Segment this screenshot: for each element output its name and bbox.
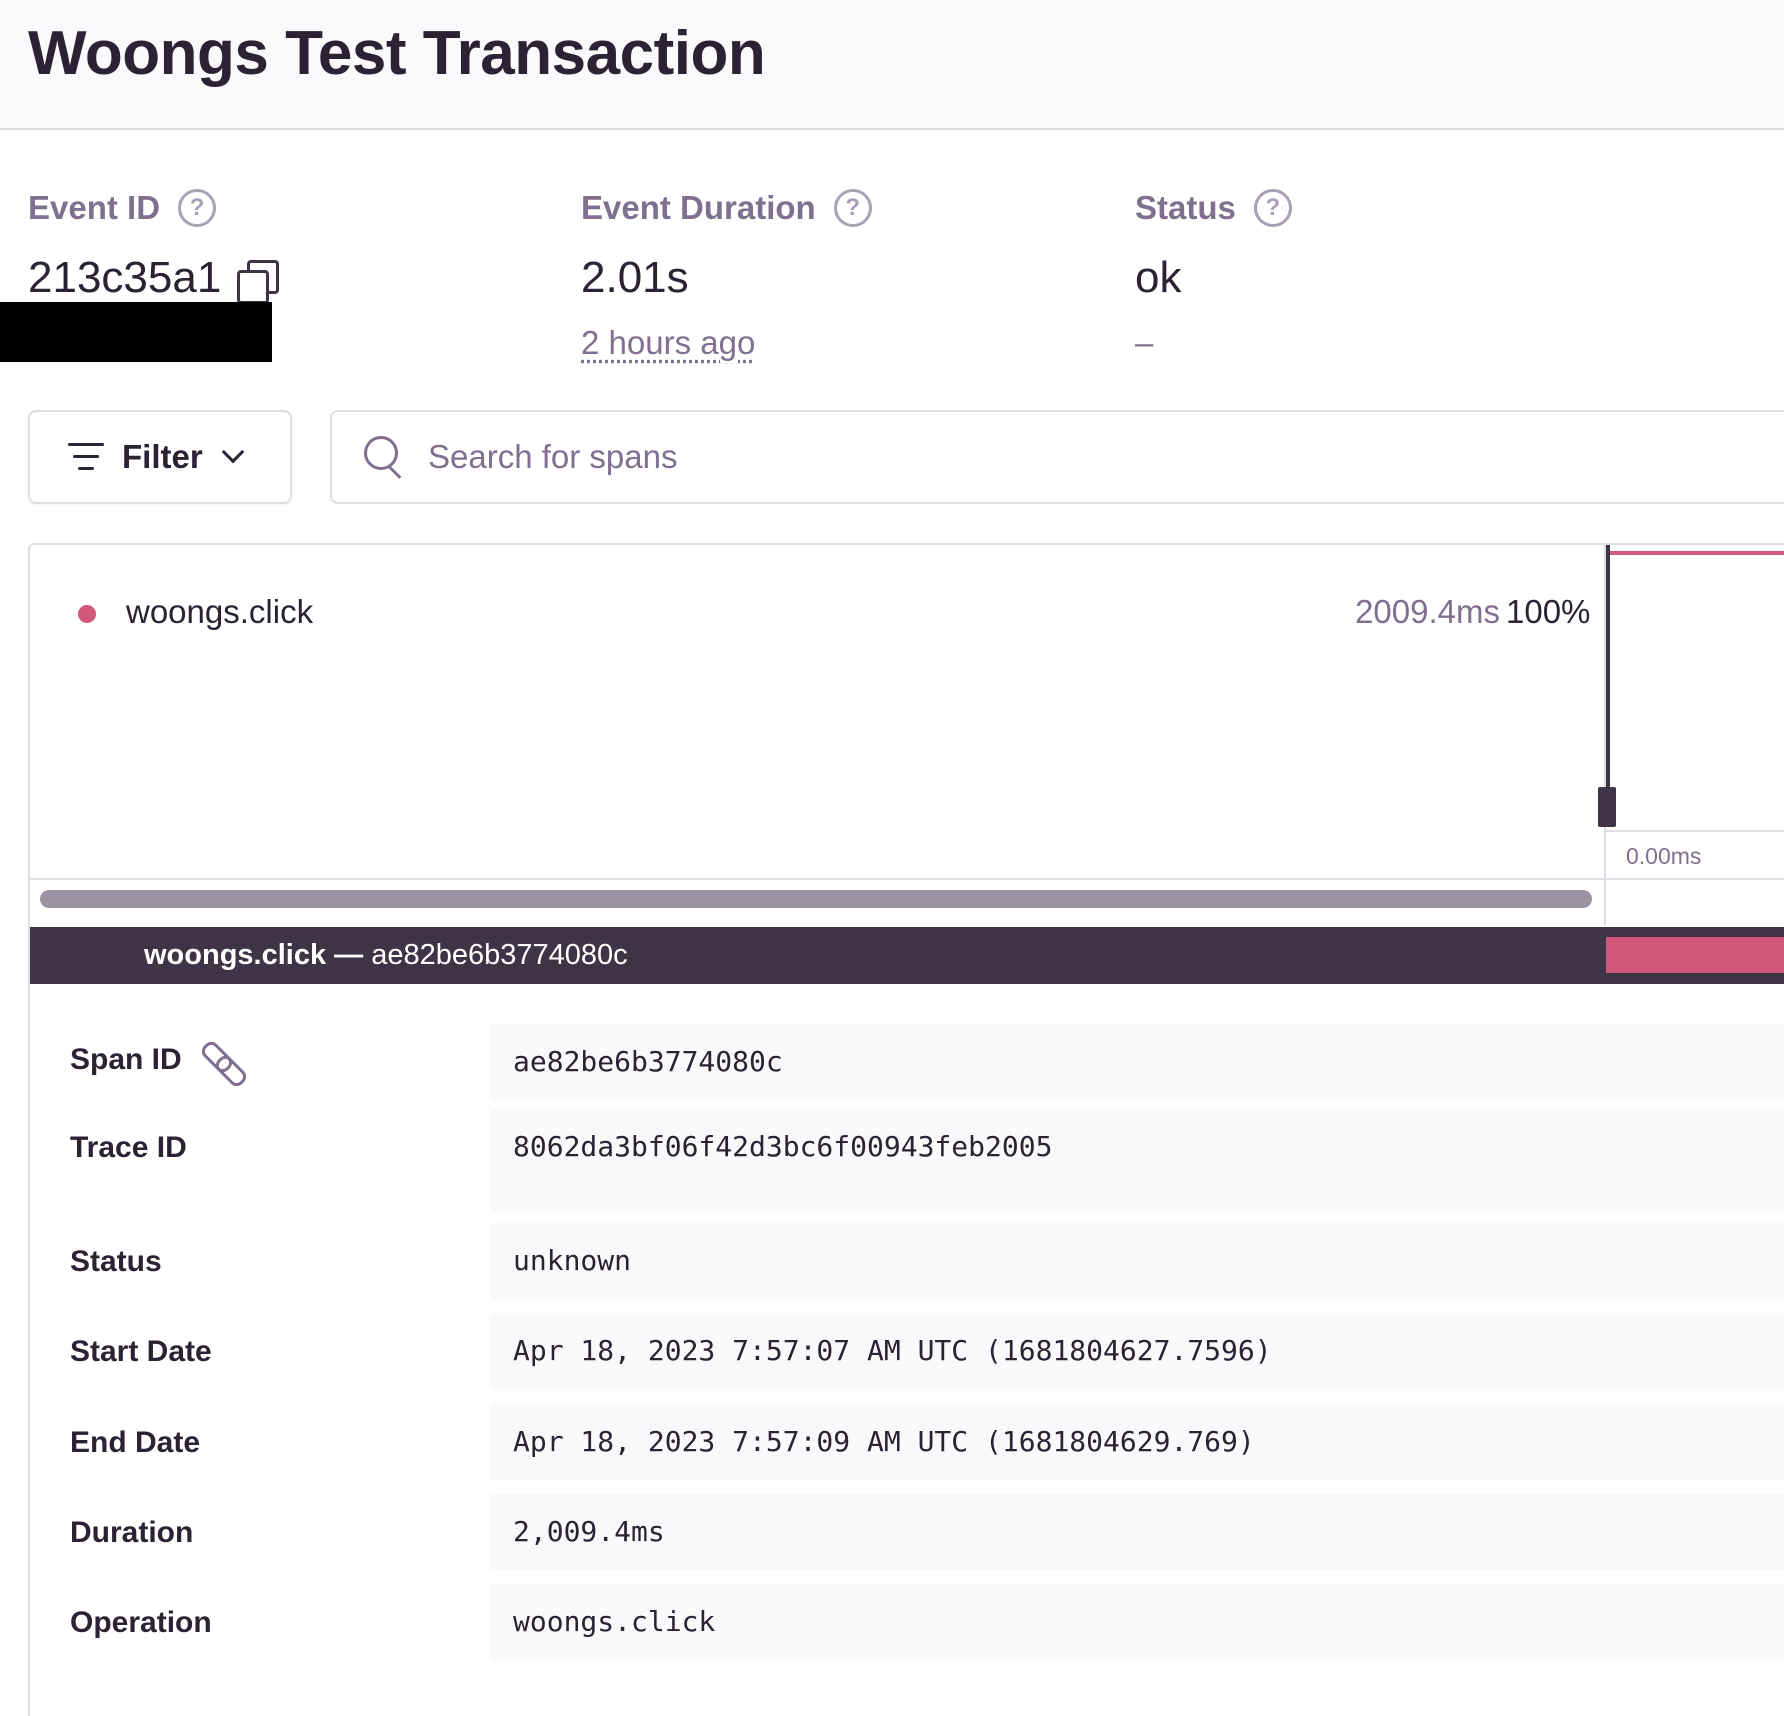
detail-key: Span ID: [70, 1043, 182, 1076]
timeline-cursor: [1606, 545, 1610, 825]
search-icon: [364, 436, 406, 478]
timeline-minimap[interactable]: 0.00ms: [1598, 545, 1784, 925]
help-icon[interactable]: ?: [178, 189, 217, 227]
event-id-section: Event ID ? 213c35a1: [28, 186, 280, 304]
page-title: Woongs Test Transaction: [28, 19, 766, 88]
filter-label: Filter: [122, 438, 203, 475]
detail-value: woongs.click: [489, 1584, 1784, 1660]
transaction-page: Woongs Test Transaction Event ID ? 213c3…: [0, 0, 1784, 1716]
span-row[interactable]: woongs.click 2009.4ms 100%: [30, 545, 1604, 880]
event-time-relative[interactable]: 2 hours ago: [581, 324, 872, 362]
span-status-dot: [78, 605, 96, 623]
event-id-value: 213c35a1: [28, 253, 222, 302]
span-detail-op: woongs.click: [144, 939, 327, 971]
detail-key: Trace ID: [70, 1131, 187, 1164]
status-section: Status ? ok –: [1135, 186, 1292, 362]
detail-key: Operation: [70, 1606, 212, 1639]
span-percent: 100%: [1506, 593, 1591, 630]
help-icon[interactable]: ?: [1253, 189, 1292, 227]
span-duration: 2009.4ms: [1355, 593, 1500, 630]
copy-icon[interactable]: [235, 258, 280, 304]
event-id-label: Event ID: [28, 189, 161, 226]
detail-value: Apr 18, 2023 7:57:09 AM UTC (1681804629.…: [489, 1404, 1784, 1480]
detail-key: End Date: [70, 1426, 201, 1459]
redaction-box: [0, 302, 272, 362]
event-duration-value: 2.01s: [581, 253, 689, 302]
span-detail-id: ae82be6b3774080c: [371, 939, 628, 971]
detail-value: Apr 18, 2023 7:57:07 AM UTC (1681804627.…: [489, 1313, 1784, 1389]
help-icon[interactable]: ?: [833, 189, 872, 227]
span-search[interactable]: [330, 410, 1784, 504]
event-duration-label: Event Duration: [581, 189, 816, 226]
status-value: ok: [1135, 253, 1182, 302]
chevron-down-icon: [221, 440, 245, 464]
timeline-tick-label: 0.00ms: [1626, 843, 1702, 869]
scrollbar-thumb[interactable]: [40, 890, 1592, 908]
detail-value: ae82be6b3774080c: [489, 1024, 1784, 1100]
event-duration-section: Event Duration ? 2.01s 2 hours ago: [581, 186, 872, 362]
trace-view: woongs.click 2009.4ms 100% 0.00ms woongs…: [28, 543, 1784, 1716]
page-header: Woongs Test Transaction: [0, 0, 1784, 130]
divider: [1606, 878, 1784, 880]
link-icon[interactable]: [202, 1040, 242, 1080]
timeline-drag-handle[interactable]: [1598, 787, 1616, 827]
status-label: Status: [1135, 189, 1236, 226]
filter-button[interactable]: Filter: [28, 410, 292, 504]
status-sub: –: [1135, 324, 1154, 361]
timeline-span-bar: [1610, 551, 1784, 555]
detail-key: Status: [70, 1245, 162, 1278]
span-name: woongs.click: [126, 593, 314, 630]
detail-key: Duration: [70, 1516, 194, 1549]
timeline-axis: [1606, 830, 1784, 832]
detail-value: 8062da3bf06f42d3bc6f00943feb2005: [489, 1109, 1784, 1211]
search-input[interactable]: [428, 438, 1628, 476]
detail-value: unknown: [489, 1223, 1784, 1299]
span-detail-header[interactable]: woongs.click — ae82be6b3774080c: [30, 927, 1784, 984]
detail-key: Start Date: [70, 1335, 212, 1368]
detail-value: 2,009.4ms: [489, 1494, 1784, 1570]
span-detail-bar: [1606, 937, 1784, 973]
span-detail-separator: —: [326, 939, 372, 971]
horizontal-scrollbar[interactable]: [30, 880, 1604, 925]
filter-icon: [68, 443, 104, 471]
